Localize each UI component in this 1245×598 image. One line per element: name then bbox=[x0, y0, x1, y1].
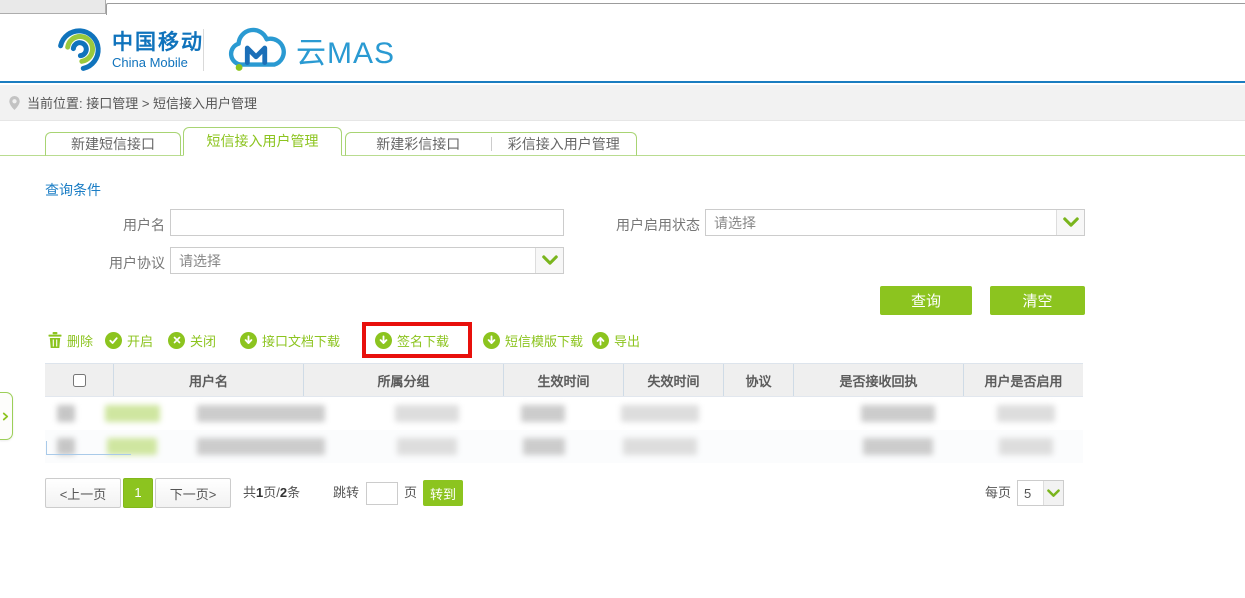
col-protocol: 协议 bbox=[723, 364, 793, 396]
pagination-summary: 共1页/2条 bbox=[243, 478, 300, 508]
brand-divider bbox=[203, 29, 204, 71]
next-page-button[interactable]: 下一页> bbox=[155, 478, 231, 508]
browser-tabbar-fragment bbox=[0, 0, 106, 14]
per-page-value: 5 bbox=[1018, 486, 1043, 501]
delete-label: 删除 bbox=[67, 331, 93, 350]
location-pin-icon bbox=[8, 95, 21, 111]
enable-action[interactable]: 开启 bbox=[105, 330, 153, 350]
breadcrumb-text: 当前位置: 接口管理 > 短信接入用户管理 bbox=[27, 93, 257, 112]
query-section-title: 查询条件 bbox=[45, 180, 101, 200]
protocol-value: 请选择 bbox=[171, 251, 535, 271]
disable-label: 关闭 bbox=[190, 331, 216, 350]
table-row-redacted[interactable] bbox=[45, 430, 1083, 463]
sms-template-download-action[interactable]: 短信模版下载 bbox=[483, 330, 583, 350]
per-page-label: 每页 bbox=[985, 478, 1011, 508]
jump-label: 跳转 bbox=[333, 478, 359, 508]
summary-prefix: 共 bbox=[243, 485, 256, 500]
check-circle-icon bbox=[105, 332, 122, 349]
china-mobile-swirl-icon bbox=[55, 26, 103, 74]
breadcrumb: 当前位置: 接口管理 > 短信接入用户管理 bbox=[0, 85, 1245, 121]
username-label: 用户名 bbox=[90, 215, 165, 235]
select-all-cell bbox=[45, 364, 113, 396]
sidebar-expand-toggle[interactable] bbox=[0, 392, 13, 440]
table-header-row: 用户名 所属分组 生效时间 失效时间 协议 是否接收回执 用户是否启用 bbox=[45, 363, 1083, 397]
download-circle-icon bbox=[483, 332, 500, 349]
search-button[interactable]: 查询 bbox=[880, 286, 972, 315]
col-receipt: 是否接收回执 bbox=[793, 364, 963, 396]
user-status-value: 请选择 bbox=[706, 213, 1056, 233]
chevron-down-icon bbox=[1043, 481, 1063, 505]
tab-group-mms: 新建彩信接口 彩信接入用户管理 bbox=[345, 132, 637, 156]
go-button[interactable]: 转到 bbox=[423, 480, 463, 506]
page-unit-label: 页 bbox=[404, 478, 417, 508]
cloud-mail-icon bbox=[226, 27, 288, 73]
user-status-label: 用户启用状态 bbox=[600, 215, 700, 235]
download-circle-icon bbox=[375, 332, 392, 349]
interface-doc-download-action[interactable]: 接口文档下载 bbox=[240, 330, 340, 350]
table-row-redacted[interactable] bbox=[45, 397, 1083, 430]
col-effective-time: 生效时间 bbox=[503, 364, 623, 396]
brand-text: 中国移动 China Mobile bbox=[112, 31, 204, 70]
summary-mid: 页/ bbox=[263, 485, 280, 500]
col-group: 所属分组 bbox=[303, 364, 503, 396]
download-circle-icon bbox=[240, 332, 257, 349]
summary-suffix: 条 bbox=[287, 485, 300, 500]
protocol-select[interactable]: 请选择 bbox=[170, 247, 564, 274]
clear-button[interactable]: 清空 bbox=[990, 286, 1085, 315]
close-circle-icon bbox=[168, 332, 185, 349]
delete-action[interactable]: 删除 bbox=[48, 330, 93, 350]
interface-doc-download-label: 接口文档下载 bbox=[262, 331, 340, 350]
col-enabled: 用户是否启用 bbox=[963, 364, 1083, 396]
select-all-checkbox[interactable] bbox=[73, 374, 86, 387]
col-expire-time: 失效时间 bbox=[623, 364, 723, 396]
signature-download-action[interactable]: 签名下载 bbox=[375, 330, 449, 350]
tab-sms-access-user-management[interactable]: 短信接入用户管理 bbox=[183, 127, 342, 156]
chevron-down-icon bbox=[1056, 210, 1084, 235]
protocol-label: 用户协议 bbox=[90, 253, 165, 273]
signature-download-label: 签名下载 bbox=[397, 331, 449, 350]
sms-user-management-page: 中国移动 China Mobile 云MAS 当前位置: 接口管理 > 短信接入… bbox=[0, 0, 1245, 598]
per-page-select[interactable]: 5 bbox=[1017, 480, 1064, 506]
site-header: 中国移动 China Mobile 云MAS bbox=[0, 15, 1245, 83]
chevron-right-icon bbox=[2, 412, 9, 421]
tab-new-sms-interface[interactable]: 新建短信接口 bbox=[45, 132, 181, 156]
product-name: 云MAS bbox=[296, 28, 395, 72]
tab-bar: 新建短信接口 短信接入用户管理 新建彩信接口 彩信接入用户管理 bbox=[0, 121, 1245, 156]
col-username: 用户名 bbox=[113, 364, 303, 396]
export-label: 导出 bbox=[614, 331, 640, 350]
disable-action[interactable]: 关闭 bbox=[168, 330, 216, 350]
upload-circle-icon bbox=[592, 332, 609, 349]
username-input[interactable] bbox=[170, 209, 564, 236]
tab-new-mms-interface[interactable]: 新建彩信接口 bbox=[346, 133, 491, 155]
china-mobile-logo: 中国移动 China Mobile bbox=[55, 26, 204, 74]
browser-active-tab-fragment bbox=[106, 3, 1245, 15]
jump-page-input[interactable] bbox=[366, 482, 398, 505]
yun-mas-logo: 云MAS bbox=[226, 27, 395, 73]
brand-chinese-name: 中国移动 bbox=[112, 31, 204, 55]
trash-icon bbox=[48, 332, 62, 348]
selection-corner-artifact bbox=[46, 441, 131, 455]
prev-page-button[interactable]: <上一页 bbox=[45, 478, 121, 508]
brand-english-name: China Mobile bbox=[112, 55, 204, 70]
chevron-down-icon bbox=[535, 248, 563, 273]
sms-template-download-label: 短信模版下载 bbox=[505, 331, 583, 350]
user-table: 用户名 所属分组 生效时间 失效时间 协议 是否接收回执 用户是否启用 bbox=[45, 363, 1083, 463]
tab-mms-access-user-management[interactable]: 彩信接入用户管理 bbox=[492, 133, 637, 155]
export-action[interactable]: 导出 bbox=[592, 330, 640, 350]
user-status-select[interactable]: 请选择 bbox=[705, 209, 1085, 236]
enable-label: 开启 bbox=[127, 331, 153, 350]
current-page-button[interactable]: 1 bbox=[123, 478, 153, 508]
